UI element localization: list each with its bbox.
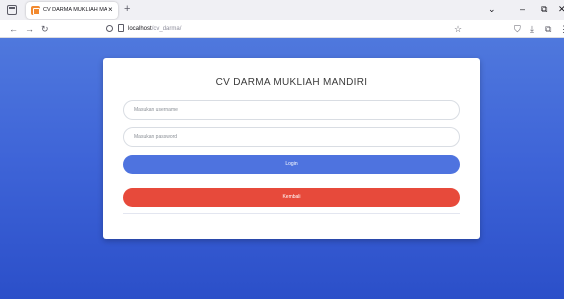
divider	[123, 213, 460, 214]
url-host: localhost	[128, 26, 152, 32]
login-card: CV DARMA MUKLIAH MANDIRI Login Kembali	[103, 58, 480, 239]
page-background: CV DARMA MUKLIAH MANDIRI Login Kembali	[0, 38, 564, 299]
menu-icon[interactable]: ⋮	[559, 23, 564, 35]
pocket-icon[interactable]: ⛉	[514, 23, 521, 35]
minimize-icon[interactable]: –	[520, 3, 525, 16]
forward-icon[interactable]: →	[25, 23, 34, 35]
username-input[interactable]	[123, 100, 460, 120]
extensions-icon[interactable]: ⧉	[545, 23, 551, 35]
back-button[interactable]: Kembali	[123, 188, 460, 207]
tab-title: CV DARMA MUKLIAH MANDIRI	[43, 7, 107, 13]
reload-icon[interactable]: ↻	[41, 23, 49, 35]
back-icon[interactable]: ←	[9, 23, 18, 35]
download-icon[interactable]: ⤓	[530, 23, 534, 35]
password-input[interactable]	[123, 127, 460, 147]
chevron-down-icon[interactable]: ⌄	[488, 3, 496, 16]
page-title: CV DARMA MUKLIAH MANDIRI	[215, 77, 368, 88]
star-icon[interactable]: ☆	[454, 23, 462, 35]
browser-tab-strip: CV DARMA MUKLIAH MANDIRI × + ⌄ – ⧉ ✕	[0, 0, 564, 20]
shield-icon[interactable]	[106, 25, 113, 32]
close-icon[interactable]: ×	[108, 5, 113, 15]
restore-icon[interactable]: ⧉	[541, 3, 547, 16]
close-window-icon[interactable]: ✕	[558, 3, 564, 16]
navigation-bar: ← → ↻ localhost/cv_darma/ ☆ ⛉ ⤓ ⧉ ⋮	[0, 20, 564, 38]
address-bar[interactable]: localhost/cv_darma/	[128, 25, 181, 33]
browser-tab[interactable]: CV DARMA MUKLIAH MANDIRI ×	[26, 2, 118, 19]
url-path: /cv_darma/	[151, 26, 182, 32]
tab-overview-icon[interactable]	[7, 5, 17, 15]
login-button[interactable]: Login	[123, 155, 460, 174]
page-icon[interactable]	[118, 24, 124, 32]
new-tab-icon[interactable]: +	[124, 3, 130, 16]
favicon-icon	[31, 6, 40, 15]
